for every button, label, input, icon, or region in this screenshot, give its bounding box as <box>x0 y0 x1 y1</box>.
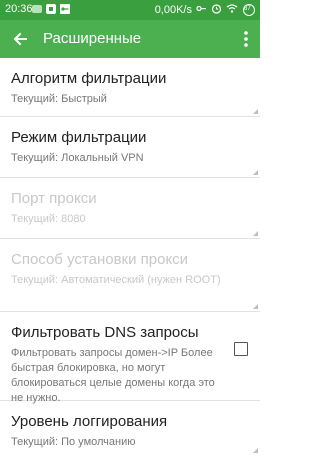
setting-filter-algorithm[interactable]: Алгоритм фильтрации Текущий: Быстрый <box>0 58 260 117</box>
alarm-icon <box>211 3 222 17</box>
green-app-icon <box>32 4 42 14</box>
battery-icon: 87 <box>242 4 256 16</box>
app-bar: Расширенные <box>0 20 260 58</box>
setting-summary: Текущий: 8080 <box>11 213 86 225</box>
setting-title: Способ установки прокси <box>11 251 189 268</box>
setting-summary: Текущий: Автоматический (нужен ROOT) <box>11 274 221 286</box>
setting-title: Уровень логгирования <box>11 413 168 430</box>
network-speed: 0,00K/s <box>154 4 192 16</box>
setting-proxy-install-method: Способ установки прокси Текущий: Автомат… <box>0 239 260 312</box>
dropdown-corner-icon <box>253 304 258 309</box>
setting-summary: Текущий: Локальный VPN <box>11 152 144 164</box>
setting-summary: Текущий: Быстрый <box>11 93 107 105</box>
dropdown-corner-icon <box>253 231 258 236</box>
dropdown-corner-icon <box>253 170 258 175</box>
arrow-left-icon[interactable] <box>10 29 30 49</box>
setting-proxy-port: Порт прокси Текущий: 8080 <box>0 178 260 239</box>
setting-title: Режим фильтрации <box>11 129 147 146</box>
status-right: 0,00K/s 87 <box>155 3 256 17</box>
setting-filter-dns[interactable]: Фильтровать DNS запросы Фильтровать запр… <box>0 312 260 404</box>
status-left-icons <box>32 4 70 14</box>
setting-filter-mode[interactable]: Режим фильтрации Текущий: Локальный VPN <box>0 117 260 178</box>
setting-title: Алгоритм фильтрации <box>11 70 167 87</box>
more-vert-icon[interactable] <box>242 29 250 49</box>
setting-title: Фильтровать DNS запросы <box>11 324 199 341</box>
battery-level: 87 <box>244 5 251 12</box>
vpn-key-icon <box>196 3 207 17</box>
status-bar: 20:36 0,00K/s 87 <box>0 0 260 20</box>
setting-summary: Фильтровать запросы домен->IP Более быст… <box>11 347 215 404</box>
wifi-icon <box>226 3 238 17</box>
setting-summary: Текущий: По умолчанию <box>11 436 136 448</box>
notification-icon <box>46 4 56 14</box>
dropdown-corner-icon <box>253 448 258 453</box>
setting-log-level[interactable]: Уровень логгирования Текущий: По умолчан… <box>0 401 260 455</box>
dns-filter-checkbox[interactable] <box>234 342 248 356</box>
setting-title: Порт прокси <box>11 190 97 207</box>
dropdown-corner-icon <box>253 109 258 114</box>
settings-list: Алгоритм фильтрации Текущий: Быстрый Реж… <box>0 58 260 455</box>
page-title: Расширенные <box>43 30 142 47</box>
status-time: 20:36 <box>5 3 33 15</box>
vpn-key-icon <box>60 4 70 14</box>
